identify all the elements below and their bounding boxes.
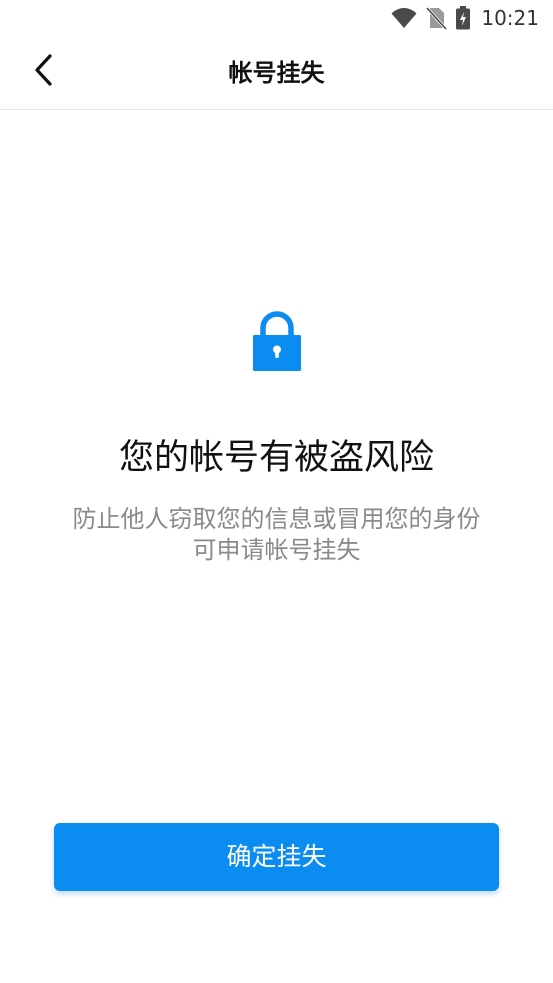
lock-icon — [252, 310, 302, 372]
description-line-2: 可申请帐号挂失 — [192, 536, 361, 564]
confirm-report-loss-button[interactable]: 确定挂失 — [54, 823, 499, 891]
title-bar: 帐号挂失 — [0, 36, 553, 110]
wifi-icon — [391, 7, 417, 29]
no-sim-icon — [425, 6, 448, 30]
chevron-left-icon — [32, 53, 56, 91]
risk-headline: 您的帐号有被盗风险 — [118, 438, 434, 478]
status-time: 10:21 — [481, 6, 539, 30]
page-title: 帐号挂失 — [228, 59, 325, 87]
back-button[interactable] — [22, 50, 66, 94]
screen: 10:21 帐号挂失 您的帐号有被盗风险 防止他人窃取您的信息或冒用您的身份 可… — [0, 0, 553, 983]
status-bar: 10:21 — [0, 0, 553, 36]
description-line-1: 防止他人窃取您的信息或冒用您的身份 — [72, 505, 481, 533]
battery-charging-icon — [455, 6, 471, 30]
risk-description: 防止他人窃取您的信息或冒用您的身份 可申请帐号挂失 — [30, 504, 523, 566]
